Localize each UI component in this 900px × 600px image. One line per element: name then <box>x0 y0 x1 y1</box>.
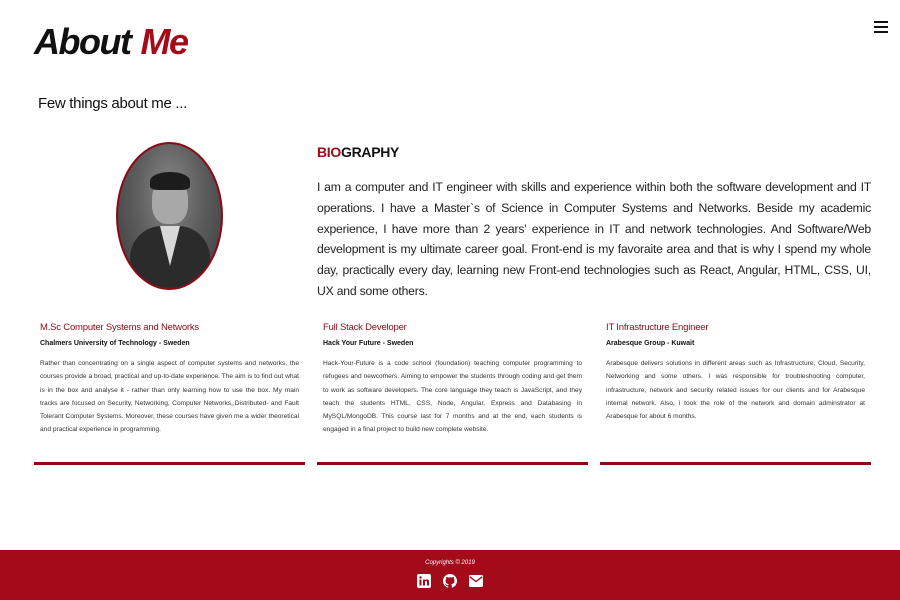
github-icon[interactable] <box>443 574 458 588</box>
social-links <box>0 574 900 588</box>
card-org: Hack Your Future - Sweden <box>323 340 414 347</box>
card-title: Full Stack Developer <box>323 322 407 333</box>
profile-photo <box>116 142 223 290</box>
copyright-text: Copyrights © 2019 <box>425 560 475 566</box>
card-title: IT Infrastructure Engineer <box>606 322 709 333</box>
page-title: About Me <box>34 20 189 64</box>
experience-card-infra: IT Infrastructure Engineer Arabesque Gro… <box>600 322 871 465</box>
linkedin-icon[interactable] <box>417 574 431 588</box>
card-org: Arabesque Group - Kuwait <box>606 340 695 347</box>
biography-heading-accent: BIO <box>317 144 341 160</box>
card-text: Rather than concentrating on a single as… <box>40 360 299 434</box>
card-text: Hack-Your-Future is a code school (found… <box>323 360 582 434</box>
biography-heading: BIOGRAPHY <box>317 144 399 160</box>
footer: Copyrights © 2019 <box>0 550 900 600</box>
card-org: Chalmers University of Technology - Swed… <box>40 340 190 347</box>
experience-card-msc: M.Sc Computer Systems and Networks Chalm… <box>34 322 305 465</box>
header: About Me <box>34 20 189 64</box>
section-subtitle: Few things about me ... <box>38 95 188 112</box>
email-icon[interactable] <box>469 574 483 588</box>
card-text: Arabesque delivers solutions in differen… <box>606 360 865 421</box>
page-title-me: Me <box>140 21 189 62</box>
card-title: M.Sc Computer Systems and Networks <box>40 322 199 333</box>
hamburger-menu-icon[interactable] <box>874 21 888 35</box>
biography-heading-rest: GRAPHY <box>341 144 400 160</box>
experience-card-fullstack: Full Stack Developer Hack Your Future - … <box>317 322 588 465</box>
biography-text: I am a computer and IT engineer with ski… <box>317 180 871 298</box>
page-title-about: About <box>34 21 132 62</box>
